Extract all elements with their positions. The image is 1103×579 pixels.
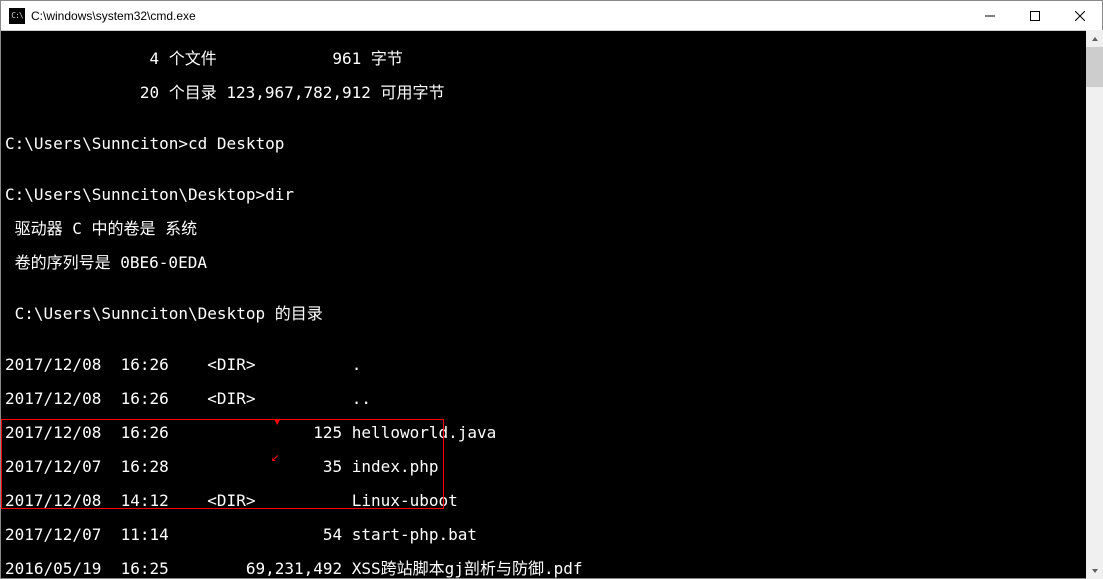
scroll-down-button[interactable]	[1086, 562, 1103, 579]
maximize-button[interactable]	[1012, 1, 1057, 30]
scrollbar-track[interactable]	[1086, 47, 1103, 562]
scrollbar-thumb[interactable]	[1086, 47, 1103, 87]
output-line: 2017/12/07 16:28 35 index.php	[5, 458, 1098, 475]
output-line: 2017/12/08 14:12 <DIR> Linux-uboot	[5, 492, 1098, 509]
output-line: 2017/12/08 16:26 <DIR> .	[5, 356, 1098, 373]
minimize-button[interactable]	[967, 1, 1012, 30]
output-line: C:\Users\Sunnciton\Desktop 的目录	[5, 305, 1098, 322]
output-line: C:\Users\Sunnciton>cd Desktop	[5, 135, 1098, 152]
window-controls	[967, 1, 1102, 30]
output-line: 4 个文件 961 字节	[5, 50, 1098, 67]
terminal-output[interactable]: 4 个文件 961 字节 20 个目录 123,967,782,912 可用字节…	[1, 31, 1102, 578]
output-line: 2017/12/08 16:26 <DIR> ..	[5, 390, 1098, 407]
output-line: 卷的序列号是 0BE6-0EDA	[5, 254, 1098, 271]
app-icon: C:\	[9, 8, 25, 24]
scroll-up-button[interactable]	[1086, 30, 1103, 47]
output-line: C:\Users\Sunnciton\Desktop>dir	[5, 186, 1098, 203]
close-button[interactable]	[1057, 1, 1102, 30]
output-line: 2016/05/19 16:25 69,231,492 XSS跨站脚本gj剖析与…	[5, 560, 1098, 577]
output-line: 驱动器 C 中的卷是 系统	[5, 220, 1098, 237]
cmd-window: C:\ C:\windows\system32\cmd.exe 4 个文件 96…	[0, 0, 1103, 579]
output-line: 2017/12/07 11:14 54 start-php.bat	[5, 526, 1098, 543]
output-line: 2017/12/08 16:26 125 helloworld.java	[5, 424, 1098, 441]
scrollbar[interactable]	[1086, 30, 1103, 579]
titlebar[interactable]: C:\ C:\windows\system32\cmd.exe	[1, 1, 1102, 31]
window-title: C:\windows\system32\cmd.exe	[31, 9, 967, 23]
output-line: 20 个目录 123,967,782,912 可用字节	[5, 84, 1098, 101]
